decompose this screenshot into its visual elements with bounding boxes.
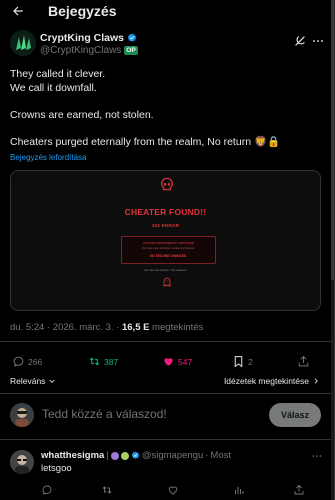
verified-badge-icon (131, 451, 139, 459)
post-date[interactable]: 2026. márc. 3. (53, 322, 114, 333)
sort-row: Releváns Idézetek megtekintése (10, 376, 320, 388)
warning-title: ACCESS PERMANENTLY REVOKED (143, 241, 194, 245)
banner-error-code: 404 ERROR (151, 223, 180, 228)
skull-icon (161, 177, 173, 191)
action-bar: 266 387 547 2 (10, 355, 310, 369)
post-time[interactable]: du. 5:24 (10, 322, 44, 333)
reply-handle[interactable]: @sigmapengu (142, 450, 203, 461)
chevron-down-icon (49, 379, 56, 383)
verified-badge-icon (127, 33, 137, 42)
banner-subtext: You had one chance. You wasted it. (143, 268, 188, 272)
bookmark-count: 2 (248, 356, 253, 367)
more-options-icon[interactable] (311, 450, 323, 462)
sort-label: Releváns (10, 376, 46, 386)
scrollbar-thumb[interactable] (331, 0, 334, 280)
bookmark-button[interactable]: 2 (232, 355, 253, 368)
post-line: Crowns are earned, not stolen. (10, 108, 154, 121)
repost-button[interactable]: 387 (88, 355, 118, 368)
top-bar: Bejegyzés (0, 0, 333, 22)
author-avatar[interactable] (10, 30, 36, 56)
warning-final: NO SECOND CHANCES. (150, 254, 187, 258)
author-handle[interactable]: @CryptKingClaws (40, 45, 121, 56)
heart-icon[interactable] (167, 484, 179, 496)
post-line: Cheaters purged eternally from the realm… (10, 135, 281, 148)
reply-count: 266 (28, 356, 43, 367)
share-icon[interactable] (293, 484, 305, 496)
green-dot-icon (120, 451, 129, 460)
warning-body: You have been identified, tracked and ba… (141, 247, 196, 250)
reply-icon[interactable] (41, 484, 53, 496)
post-line: We call it downfall. (10, 81, 97, 94)
share-button[interactable] (297, 355, 310, 368)
translate-link[interactable]: Bejegyzés lefordítása (10, 153, 87, 162)
banner-warning-box: ACCESS PERMANENTLY REVOKED You have been… (121, 236, 216, 264)
grok-icon[interactable] (293, 34, 307, 48)
back-arrow-icon[interactable] (8, 1, 28, 21)
chevron-right-icon (314, 378, 318, 384)
post-meta: du. 5:24 · 2026. márc. 3. · 16,5 E megte… (10, 322, 204, 333)
repost-icon[interactable] (101, 484, 113, 496)
reply-author-name[interactable]: whatthesigma (41, 450, 104, 461)
op-badge: OP (124, 46, 138, 55)
divider (0, 439, 333, 440)
reply-submit-button[interactable]: Válasz (269, 403, 321, 427)
cheater-banner: CHEATER FOUND!! 404 ERROR ACCESS PERMANE… (11, 171, 320, 310)
reply-time[interactable]: Most (210, 450, 231, 461)
share-icon (298, 355, 309, 367)
repost-icon (89, 357, 100, 366)
more-options-icon[interactable] (311, 34, 325, 48)
page-title: Bejegyzés (48, 3, 117, 19)
reply-composer: Tedd közzé a válaszod! Válasz (0, 395, 333, 435)
view-quotes-link[interactable]: Idézetek megtekintése (224, 376, 320, 386)
author-name-row[interactable]: CryptKing Claws (40, 32, 137, 44)
reply-header: whatthesigma | @sigmapengu · Most (41, 450, 231, 461)
purple-dot-icon (110, 451, 119, 460)
reply-icon (13, 356, 24, 367)
views-icon[interactable] (233, 484, 245, 496)
divider (0, 393, 333, 394)
view-quotes-label: Idézetek megtekintése (223, 376, 309, 386)
ghost-icon (163, 277, 171, 287)
post-line: They called it clever. (10, 68, 106, 80)
post-detail-page: Bejegyzés CryptKing Claws @CryptKingClaw… (0, 0, 335, 500)
sort-dropdown[interactable]: Releváns (10, 376, 56, 386)
post-author: CryptKing Claws @CryptKingClaws OP (10, 30, 325, 60)
like-count: 547 (178, 356, 193, 367)
divider (0, 341, 333, 342)
reply-item: whatthesigma | @sigmapengu · Most letsgo… (0, 444, 333, 500)
repost-count: 387 (104, 356, 119, 367)
author-handle-row: @CryptKingClaws OP (40, 45, 138, 56)
reply-input[interactable]: Tedd közzé a válaszod! (42, 407, 167, 421)
reply-avatar[interactable] (10, 450, 34, 474)
bookmark-icon (234, 356, 243, 368)
banner-headline: CHEATER FOUND!! (124, 207, 207, 217)
heart-icon (164, 358, 173, 366)
scrollbar[interactable] (331, 0, 334, 500)
reply-action-bar (41, 484, 311, 496)
views-label: megtekintés (152, 322, 204, 333)
user-avatar[interactable] (10, 403, 34, 427)
reply-text: letsgoo (41, 463, 72, 474)
views-count: 16,5 E (121, 322, 150, 333)
post-image[interactable]: CHEATER FOUND!! 404 ERROR ACCESS PERMANE… (10, 170, 321, 311)
reply-button[interactable]: 266 (12, 355, 42, 368)
like-button[interactable]: 547 (162, 355, 192, 368)
post-body: They called it clever. We call it downfa… (10, 68, 315, 149)
author-name[interactable]: CryptKing Claws (40, 32, 124, 44)
